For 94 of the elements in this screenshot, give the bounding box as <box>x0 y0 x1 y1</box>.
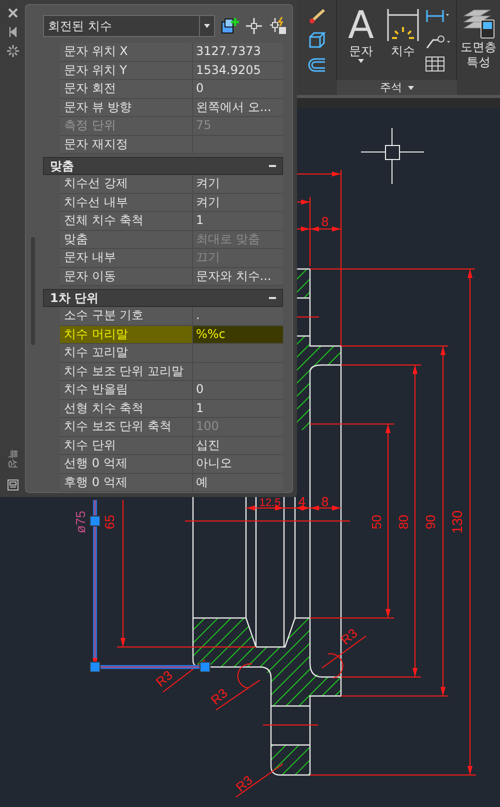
property-name: 문자 이동 <box>60 268 193 285</box>
property-row[interactable]: 치수 반올림 0 <box>60 381 283 400</box>
property-row[interactable]: 선형 치수 축척 1 <box>60 400 283 418</box>
dimension-label: 4 <box>298 494 306 509</box>
caret-icon[interactable] <box>358 59 364 63</box>
selected-dimension-drawing[interactable] <box>90 500 210 672</box>
property-row[interactable]: 후행 0 억제 예 <box>60 474 283 492</box>
property-name: 측정 단위 <box>60 117 193 134</box>
property-row[interactable]: 치수선 내부 켜기 <box>60 194 283 212</box>
tool-label[interactable]: 치수 <box>391 44 415 59</box>
property-name: 치수선 내부 <box>60 194 193 211</box>
dimension-label: 80 <box>396 514 411 530</box>
property-value[interactable]: . <box>193 307 283 324</box>
dimension-label: 8 <box>321 214 329 229</box>
linear-dimension-icon[interactable] <box>425 8 449 24</box>
panel-icon[interactable] <box>6 479 18 491</box>
property-name: 후행 0 억제 <box>60 474 193 491</box>
property-name: 치수 반올림 <box>60 381 193 398</box>
dimension-tool-icon[interactable] <box>386 7 420 43</box>
property-row[interactable]: 문자 재지정 <box>60 136 283 154</box>
property-name: 문자 뷰 방향 <box>60 98 193 116</box>
property-name: 문자 위치 X <box>60 43 193 60</box>
property-name: 치수 꼬리말 <box>60 344 193 362</box>
dimension-label: R3 <box>208 685 230 708</box>
tool-label[interactable]: 문자 <box>349 44 373 59</box>
property-value[interactable]: 아니오 <box>193 455 283 472</box>
toggle-pickadd-icon[interactable] <box>221 17 239 35</box>
property-name: 전체 치수 축척 <box>60 212 193 230</box>
layer-properties-label[interactable]: 도면층 <box>460 40 496 55</box>
quick-select-icon[interactable] <box>269 17 287 35</box>
property-row[interactable]: 전체 치수 축척 1 <box>60 212 283 230</box>
property-value[interactable]: 1534.9205 <box>193 62 283 79</box>
cube-icon[interactable] <box>306 30 326 49</box>
text-tool-icon[interactable]: A <box>348 6 374 44</box>
property-value[interactable]: 0 <box>193 381 283 398</box>
dimension-label: 50 <box>369 514 384 530</box>
property-value[interactable]: 왼쪽에서 오... <box>193 98 283 116</box>
property-row[interactable]: 문자 위치 Y 1534.9205 <box>60 62 283 80</box>
property-value[interactable]: 켜기 <box>193 175 283 192</box>
property-name: 치수 보조 단위 꼬리말 <box>60 362 193 380</box>
property-name: 맞춤 <box>60 230 193 248</box>
property-name: 치수 단위 <box>60 436 193 454</box>
offset-icon[interactable] <box>306 56 326 74</box>
property-name: 문자 위치 Y <box>60 62 193 79</box>
dimension-label: R3 <box>232 772 256 795</box>
property-name: 치수선 강제 <box>60 175 193 192</box>
dimension-label: 90 <box>423 514 438 530</box>
property-value[interactable]: 1 <box>193 400 283 417</box>
dimension-label: 8 <box>321 494 329 509</box>
property-value[interactable]: 십진 <box>193 436 283 454</box>
close-icon[interactable] <box>6 7 18 19</box>
property-row[interactable]: 치수 머리말 %%c <box>60 326 283 344</box>
property-row[interactable]: 치수 보조 단위 꼬리말 <box>60 362 283 381</box>
property-name: 치수 보조 단위 축척 <box>60 418 193 436</box>
dimension-label: 65 <box>102 514 117 530</box>
property-value[interactable]: 3127.7373 <box>193 43 283 60</box>
settings-icon[interactable] <box>6 45 18 57</box>
table-icon[interactable] <box>425 56 445 72</box>
dimension-label: R3 <box>152 667 176 690</box>
property-row[interactable]: 치수 꼬리말 <box>60 344 283 362</box>
property-row[interactable]: 소수 구분 기호 . <box>60 307 283 326</box>
property-value[interactable]: 1 <box>193 212 283 230</box>
dimension-label: 130 <box>449 510 465 534</box>
property-row[interactable]: 문자 뷰 방향 왼쪽에서 오... <box>60 98 283 117</box>
property-value[interactable]: 문자와 치수... <box>193 268 283 285</box>
crosshair-cursor-icon <box>360 128 424 184</box>
property-value[interactable]: 0 <box>193 80 283 98</box>
property-name: 선행 0 억제 <box>60 455 193 472</box>
property-name: 문자 재지정 <box>60 136 193 153</box>
property-row[interactable]: 문자 이동 문자와 치수... <box>60 268 283 286</box>
property-value[interactable]: 켜기 <box>193 194 283 211</box>
dimension-label: 12.5 <box>259 497 281 509</box>
property-value[interactable]: 예 <box>193 474 283 491</box>
property-row[interactable]: 문자 회전 0 <box>60 80 283 98</box>
section-header[interactable]: 1차 단위 <box>43 289 283 307</box>
property-row[interactable]: 선행 0 억제 아니오 <box>60 455 283 474</box>
caret-icon[interactable] <box>408 86 414 90</box>
section-header[interactable]: 맞춤 <box>43 157 283 175</box>
select-objects-icon[interactable] <box>245 17 263 35</box>
property-row[interactable]: 문자 위치 X 3127.7373 <box>60 43 283 62</box>
property-row[interactable]: 치수선 강제 켜기 <box>60 175 283 194</box>
property-row[interactable]: 치수 단위 십진 <box>60 436 283 455</box>
dimension-label: R3 <box>338 625 360 648</box>
panel-label[interactable]: 주석 <box>380 80 402 95</box>
layer-properties-label[interactable]: 특성 <box>466 55 490 70</box>
auto-hide-icon[interactable] <box>6 26 18 38</box>
property-name: 문자 내부 <box>60 249 193 266</box>
property-name: 문자 회전 <box>60 80 193 98</box>
property-value[interactable]: %%c <box>193 326 283 343</box>
dimension-label: ø75 <box>73 510 88 534</box>
property-name: 소수 구분 기호 <box>60 307 193 324</box>
property-name: 선형 치수 축척 <box>60 400 193 417</box>
panel-tab-label[interactable]: 특성 <box>6 449 20 469</box>
object-type-dropdown[interactable]: 회전된 치수 <box>43 15 215 37</box>
